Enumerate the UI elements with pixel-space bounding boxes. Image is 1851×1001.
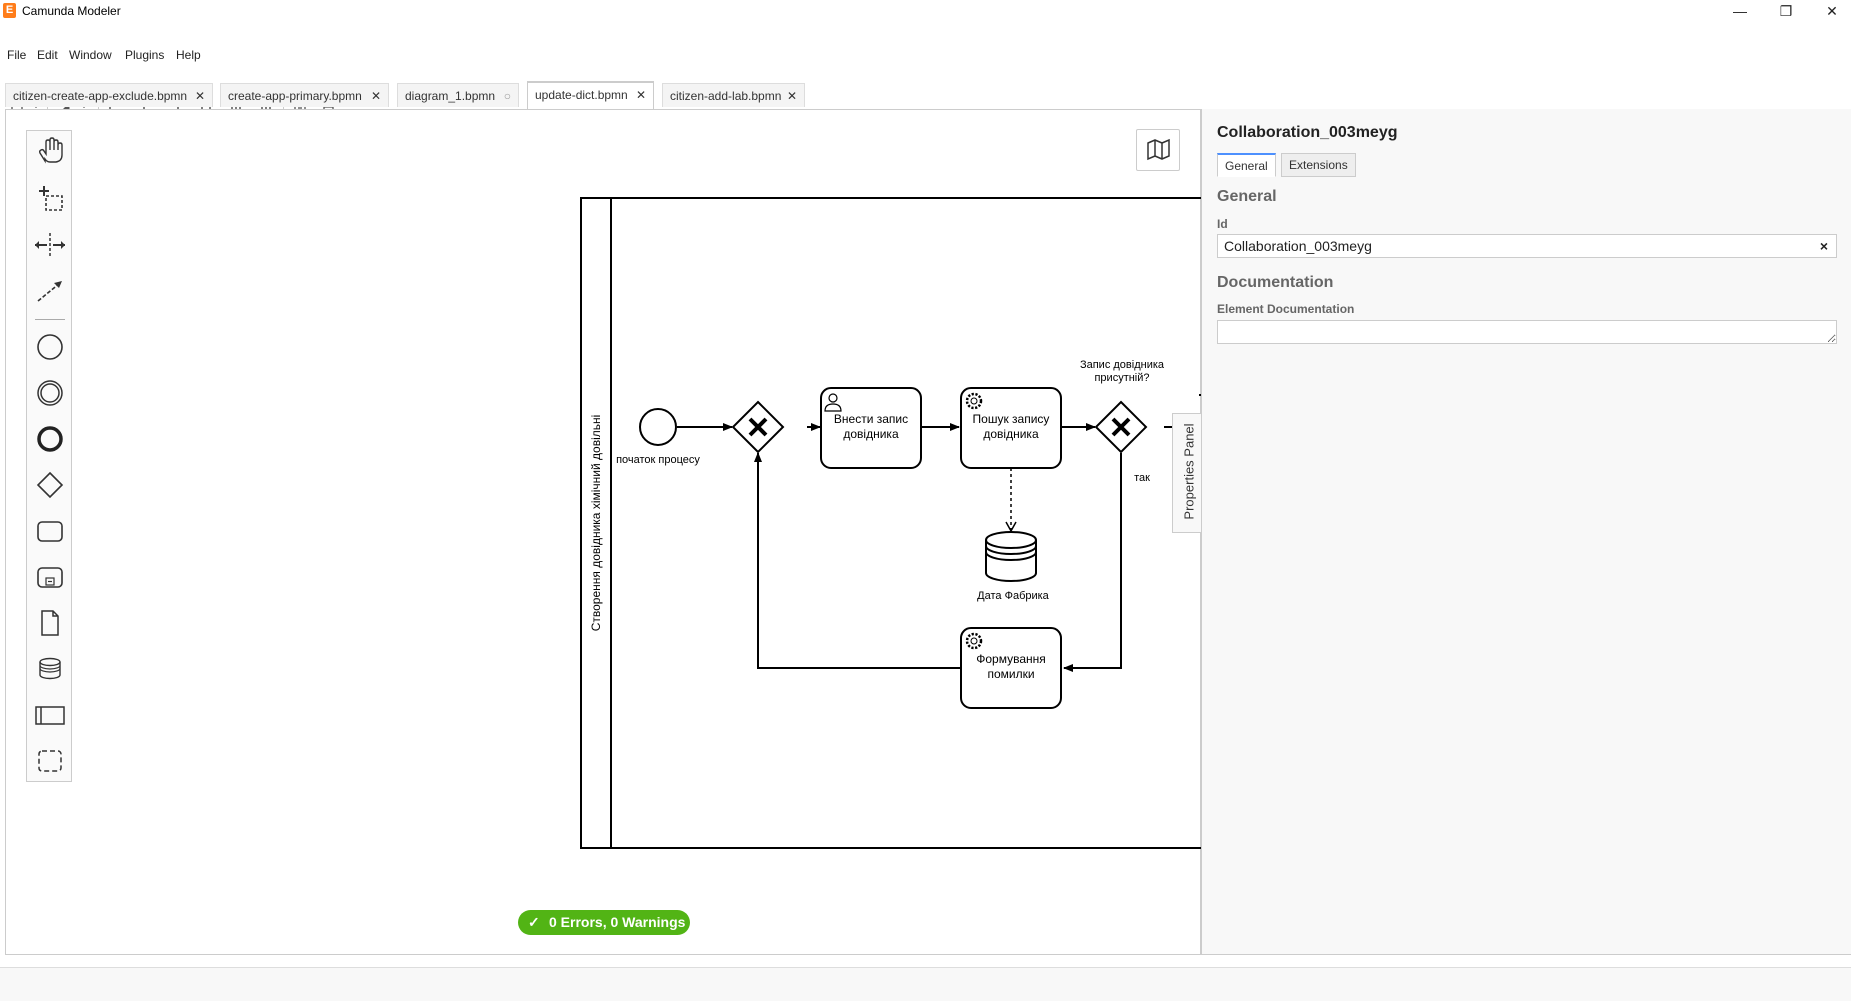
space-tool-icon[interactable] [27,225,73,265]
exclusive-gateway[interactable] [731,400,785,454]
global-connect-tool-icon[interactable] [27,271,73,311]
task-label-line-2: помилки [987,667,1034,681]
start-event[interactable] [639,408,677,446]
tool-palette [26,130,72,782]
element-documentation-label: Element Documentation [1217,302,1355,316]
participant-tool-icon[interactable] [27,695,73,735]
user-task-enter-record[interactable]: Внести запис довідника [820,387,922,469]
properties-panel-toggle-label: Properties Panel [1181,423,1197,520]
lasso-tool-icon[interactable] [27,179,73,219]
data-store[interactable] [985,531,1037,582]
sequence-flows[interactable] [677,423,1201,672]
data-store-label: Дата Фабрика [977,590,1050,602]
minimize-button[interactable]: — [1717,0,1763,23]
pool-label: Створення довідника хімічний довільні [589,415,603,632]
bpmn-diagram: Створення довідника хімічний довільні по… [580,197,1201,849]
service-task-search-record[interactable]: Пошук запису довідника [960,387,1062,469]
subprocess-tool-icon[interactable] [27,557,73,597]
gateway-label-line-1: Запис довідника [1080,359,1165,371]
map-icon [1147,138,1170,161]
start-event-tool-icon[interactable] [27,327,73,367]
section-documentation-heading: Documentation [1217,274,1334,291]
minimap-toggle-button[interactable] [1136,129,1180,171]
service-task-error[interactable]: Формування помилки [960,627,1062,709]
data-object-tool-icon[interactable] [27,603,73,643]
checkmark-icon: ✓ [528,914,540,930]
properties-tab-general[interactable]: General [1217,153,1276,177]
group-tool-icon[interactable] [27,741,73,781]
properties-tab-extensions[interactable]: Extensions [1281,153,1356,177]
exclusive-gateway-record-present[interactable] [1094,400,1148,454]
close-window-button[interactable]: ✕ [1809,0,1851,23]
lint-status-text: 0 Errors, 0 Warnings [549,914,686,930]
task-label-line-2: довідника [843,427,899,441]
end-event-tool-icon[interactable] [27,419,73,459]
element-documentation-field[interactable] [1217,320,1837,344]
intermediate-event-tool-icon[interactable] [27,373,73,413]
task-label-line-1: Формування [976,652,1046,666]
task-label-line-1: Внести запис [834,412,908,426]
data-store-tool-icon[interactable] [27,649,73,689]
lint-status-badge[interactable]: ✓ 0 Errors, 0 Warnings [518,910,690,935]
status-bar [0,967,1851,1001]
properties-element-title: Collaboration_003meyg [1217,124,1398,141]
maximize-button[interactable]: ❐ [1763,0,1809,23]
id-label: Id [1217,217,1228,231]
flow-label-yes: так [1134,472,1150,484]
gateway-tool-icon[interactable] [27,465,73,505]
hand-tool-icon[interactable] [27,133,73,173]
id-field[interactable] [1217,234,1837,258]
section-general-heading: General [1217,188,1277,205]
task-label-line-2: довідника [983,427,1039,441]
properties-panel-toggle[interactable]: Properties Panel [1172,413,1202,533]
gateway-label-line-2: присутній? [1094,372,1149,384]
task-tool-icon[interactable] [27,511,73,551]
clear-id-icon[interactable]: × [1814,236,1834,256]
participant-pool[interactable]: Створення довідника хімічний довільні [580,197,1201,849]
task-label-line-1: Пошук запису [973,412,1050,426]
start-event-label: початок процесу [616,454,700,466]
